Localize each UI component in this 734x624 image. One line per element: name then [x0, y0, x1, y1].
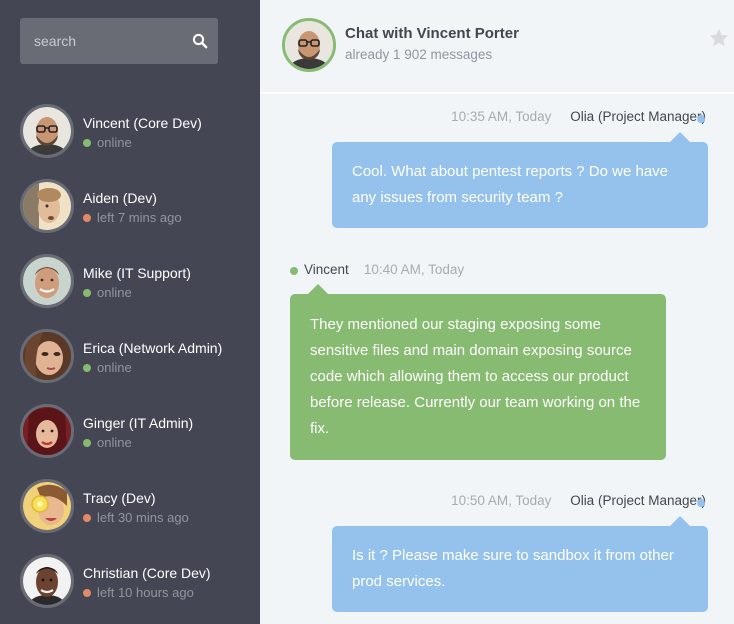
avatar	[20, 479, 74, 533]
status-text: online	[97, 435, 132, 450]
person-name: Tracy (Dev)	[83, 490, 156, 506]
people-sidebar: Vincent (Core Dev) online Aiden (Dev) le…	[0, 0, 260, 624]
status-text: left 10 hours ago	[97, 585, 194, 600]
away-status-dot	[83, 214, 91, 222]
message-text: They mentioned our staging exposing some…	[310, 316, 641, 437]
chat-header: Chat with Vincent Porter already 1 902 m…	[260, 0, 734, 94]
message-meta: 10:50 AM, Today Olia (Project Manager)	[451, 493, 706, 508]
people-list: Vincent (Core Dev) online Aiden (Dev) le…	[20, 104, 260, 624]
status-text: online	[97, 285, 132, 300]
person-status: online	[83, 285, 132, 300]
star-icon[interactable]	[708, 27, 730, 49]
status-text: left 7 mins ago	[97, 210, 182, 225]
person-status: left 10 hours ago	[83, 585, 194, 600]
person-mike[interactable]: Mike (IT Support) online	[20, 254, 260, 329]
avatar	[20, 554, 74, 608]
sender-status-dot	[290, 267, 298, 275]
person-tracy[interactable]: Tracy (Dev) left 30 mins ago	[20, 479, 260, 554]
message-time: 10:50 AM, Today	[451, 493, 552, 508]
person-christian[interactable]: Christian (Core Dev) left 10 hours ago	[20, 554, 260, 624]
message-meta: 10:35 AM, Today Olia (Project Manager)	[451, 109, 706, 124]
person-status: online	[83, 360, 132, 375]
message-time: 10:35 AM, Today	[451, 109, 552, 124]
search-box	[20, 18, 218, 64]
online-status-dot	[83, 439, 91, 447]
status-text: left 30 mins ago	[97, 510, 189, 525]
message-time: 10:40 AM, Today	[363, 262, 465, 277]
chat-avatar	[282, 18, 336, 72]
person-name: Mike (IT Support)	[83, 265, 191, 281]
away-status-dot	[83, 514, 91, 522]
avatar	[20, 329, 74, 383]
message-sender: Olia (Project Manager)	[570, 493, 706, 508]
avatar	[20, 179, 74, 233]
message-bubble: They mentioned our staging exposing some…	[290, 284, 666, 460]
message-bubble: Is it ? Please make sure to sandbox it f…	[332, 516, 708, 612]
message-bubble: Cool. What about pentest reports ? Do we…	[332, 132, 708, 228]
person-status: left 30 mins ago	[83, 510, 189, 525]
message-count: already 1 902 messages	[345, 47, 493, 62]
online-status-dot	[83, 364, 91, 372]
person-vincent[interactable]: Vincent (Core Dev) online	[20, 104, 260, 179]
person-ginger[interactable]: Ginger (IT Admin) online	[20, 404, 260, 479]
person-name: Ginger (IT Admin)	[83, 415, 194, 431]
sender-status-dot	[697, 499, 705, 507]
online-status-dot	[83, 139, 91, 147]
message-sender: Vincent	[304, 262, 349, 277]
bubble-arrow	[670, 132, 690, 142]
person-status: online	[83, 435, 132, 450]
person-name: Christian (Core Dev)	[83, 565, 211, 581]
chat-history: 10:35 AM, Today Olia (Project Manager) C…	[260, 96, 734, 624]
avatar	[20, 104, 74, 158]
status-text: online	[97, 135, 132, 150]
person-status: left 7 mins ago	[83, 210, 182, 225]
status-text: online	[97, 360, 132, 375]
message-text: Cool. What about pentest reports ? Do we…	[352, 163, 669, 206]
avatar	[20, 254, 74, 308]
person-erica[interactable]: Erica (Network Admin) online	[20, 329, 260, 404]
search-icon[interactable]	[192, 33, 208, 49]
message-sender: Olia (Project Manager)	[570, 109, 706, 124]
person-aiden[interactable]: Aiden (Dev) left 7 mins ago	[20, 179, 260, 254]
bubble-arrow	[670, 516, 690, 526]
avatar	[20, 404, 74, 458]
person-name: Aiden (Dev)	[83, 190, 157, 206]
person-name: Vincent (Core Dev)	[83, 115, 202, 131]
sender-status-dot	[697, 115, 705, 123]
person-status: online	[83, 135, 132, 150]
search-input[interactable]	[20, 18, 180, 64]
message-text: Is it ? Please make sure to sandbox it f…	[352, 547, 674, 590]
away-status-dot	[83, 589, 91, 597]
online-status-dot	[83, 289, 91, 297]
person-name: Erica (Network Admin)	[83, 340, 223, 356]
chat-title: Chat with Vincent Porter	[345, 25, 519, 42]
message-meta: Vincent 10:40 AM, Today	[304, 262, 464, 277]
bubble-arrow	[308, 284, 328, 294]
